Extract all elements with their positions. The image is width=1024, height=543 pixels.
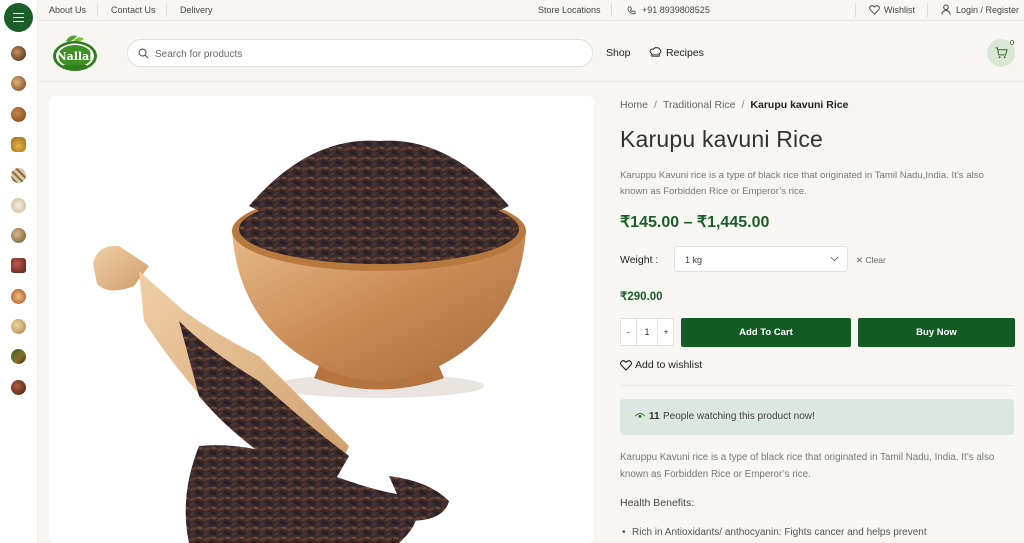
price-range: ₹145.00 – ₹1,445.00 [620, 214, 770, 231]
category-icon[interactable] [11, 198, 26, 213]
clear-label: Clear [865, 255, 886, 265]
category-icon[interactable] [11, 289, 26, 304]
category-icon[interactable] [11, 319, 26, 334]
product-photo [49, 96, 594, 543]
divider [611, 3, 612, 17]
store-locations-link[interactable]: Store Locations [538, 5, 601, 15]
category-icon[interactable] [11, 46, 26, 61]
svg-text:Nallal: Nallal [57, 50, 94, 63]
category-icon[interactable] [11, 107, 26, 122]
delivery-link[interactable]: Delivery [180, 5, 213, 15]
heart-icon [869, 5, 880, 15]
main-header: Nallal Search for products Shop Recipes … [38, 22, 1024, 82]
clear-button[interactable]: ✕ Clear [856, 255, 886, 266]
top-bar: About Us Contact Us Delivery Store Locat… [38, 0, 1024, 21]
category-rail [0, 0, 38, 543]
product-long-description: Karuppu Kavuni rice is a type of black r… [620, 452, 995, 480]
product-short-description: Karuppu Kavuni rice is a type of black r… [620, 170, 984, 197]
divider [855, 3, 856, 17]
watching-notice: 11 People watching this product now! [620, 399, 1014, 435]
category-icon[interactable] [11, 228, 26, 243]
weight-select[interactable]: 1 kg [674, 246, 848, 272]
search-icon [138, 48, 149, 59]
breadcrumb: Home / Traditional Rice / Karupu kavuni Rice [620, 99, 848, 111]
phone-icon [627, 6, 636, 15]
category-icon[interactable] [11, 137, 26, 152]
benefit-text: Rich in Antioxidants/ anthocyanin: Fight… [632, 527, 927, 538]
watching-count: 11 [649, 411, 660, 422]
breadcrumb-separator: / [654, 99, 657, 111]
category-icon[interactable] [11, 349, 26, 364]
variation-price: ₹290.00 [620, 291, 663, 303]
category-icon[interactable] [11, 258, 26, 273]
search-box[interactable]: Search for products [127, 39, 593, 67]
wishlist-link[interactable]: Wishlist [884, 5, 915, 15]
breadcrumb-separator: / [741, 99, 745, 111]
weight-selected-value: 1 kg [685, 255, 703, 265]
quantity-input[interactable]: 1 [637, 319, 657, 345]
divider [620, 385, 1014, 386]
product-title: Karupu kavuni Rice [620, 126, 824, 152]
brand-logo[interactable]: Nallal [50, 32, 100, 74]
health-benefits-heading: Health Benefits: [620, 497, 695, 509]
nav-recipes-label: Recipes [666, 47, 704, 59]
close-icon: ✕ [856, 255, 864, 265]
user-icon [941, 4, 951, 15]
search-input[interactable]: Search for products [155, 49, 242, 60]
divider [97, 3, 98, 17]
nav-shop[interactable]: Shop [606, 47, 631, 59]
watching-text: People watching this product now! [663, 411, 815, 422]
breadcrumb-home[interactable]: Home [620, 99, 648, 111]
eye-icon [635, 413, 645, 418]
quantity-stepper: - 1 + [620, 318, 674, 346]
menu-button[interactable] [4, 3, 33, 32]
login-link[interactable]: Login / Register [956, 5, 1019, 15]
heart-icon [620, 360, 632, 371]
weight-label: Weight : [620, 254, 659, 266]
chef-hat-icon [649, 47, 662, 57]
about-link[interactable]: About Us [49, 5, 86, 15]
contact-link[interactable]: Contact Us [111, 5, 156, 15]
breadcrumb-category[interactable]: Traditional Rice [663, 99, 736, 111]
breadcrumb-current: Karupu kavuni Rice [750, 99, 849, 111]
add-to-cart-button[interactable]: Add To Cart [681, 318, 851, 347]
product-image[interactable] [49, 96, 594, 543]
add-to-wishlist-label: Add to wishlist [635, 359, 703, 371]
divider [927, 3, 928, 17]
category-icon[interactable] [11, 168, 26, 183]
quantity-decrease-button[interactable]: - [621, 319, 637, 345]
category-icon[interactable] [11, 76, 26, 91]
cart-count-badge: 0 [1010, 38, 1015, 47]
buy-now-button[interactable]: Buy Now [858, 318, 1015, 347]
divider [166, 3, 167, 17]
cart-icon [995, 47, 1008, 59]
hamburger-icon [13, 13, 24, 21]
quantity-increase-button[interactable]: + [657, 319, 674, 345]
chevron-down-icon [830, 256, 839, 262]
category-icon[interactable] [11, 380, 26, 395]
phone-link[interactable]: +91 8939808525 [642, 5, 710, 15]
